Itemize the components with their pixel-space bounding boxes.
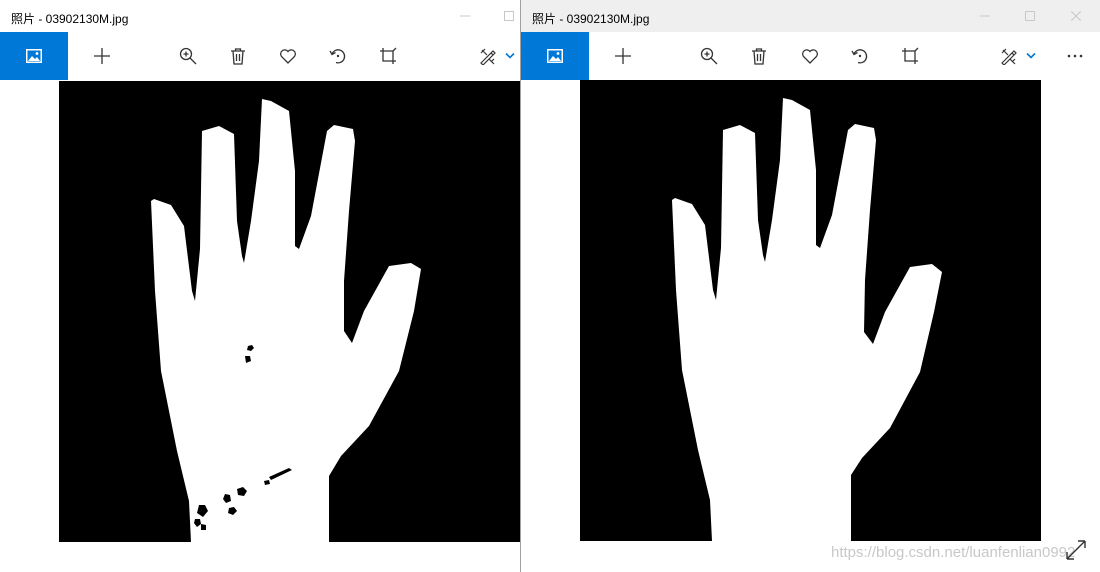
maximize-icon: [1025, 11, 1035, 21]
collection-button[interactable]: [521, 32, 589, 80]
add-icon: [94, 48, 110, 64]
favorite-icon: [280, 49, 296, 64]
photo-canvas[interactable]: [521, 80, 1100, 572]
delete-button[interactable]: [226, 44, 250, 68]
chevron-down-icon: [1026, 52, 1036, 59]
toolbar: [521, 32, 1100, 80]
crop-button[interactable]: [376, 44, 400, 68]
close-icon: [1071, 11, 1081, 21]
rotate-icon: [329, 49, 346, 64]
edit-icon: [480, 48, 496, 65]
hand-image: [580, 80, 1041, 541]
maximize-button[interactable]: [1018, 6, 1042, 26]
maximize-button[interactable]: [497, 6, 520, 26]
zoom-button[interactable]: [176, 44, 200, 68]
favorite-button[interactable]: [798, 44, 822, 68]
edit-dropdown[interactable]: [1021, 44, 1041, 68]
hand-mask: [59, 81, 520, 542]
title-bar[interactable]: 照片 - 03902130M.jpg: [0, 0, 520, 32]
hand-mask: [580, 80, 1041, 541]
edit-dropdown[interactable]: [500, 44, 520, 68]
add-button[interactable]: [90, 44, 114, 68]
favorite-icon: [802, 49, 818, 64]
zoom-button[interactable]: [697, 44, 721, 68]
minimize-button[interactable]: [453, 6, 477, 26]
rotate-button[interactable]: [326, 44, 350, 68]
close-button[interactable]: [1064, 6, 1088, 26]
add-icon: [615, 48, 631, 64]
crop-icon: [902, 47, 919, 64]
photos-window-right: 照片 - 03902130M.jpg: [521, 0, 1100, 572]
rotate-icon: [851, 49, 868, 64]
more-icon: [1067, 54, 1083, 58]
window-title: 照片 - 03902130M.jpg: [532, 12, 650, 26]
crop-icon: [380, 47, 397, 64]
hand-image: [59, 81, 520, 542]
delete-icon: [231, 48, 245, 65]
zoom-in-icon: [700, 47, 718, 65]
minimize-icon: [460, 15, 470, 17]
watermark-text: https://blog.csdn.net/luanfenlian0992: [831, 544, 1076, 561]
minimize-icon: [980, 15, 990, 17]
favorite-button[interactable]: [276, 44, 300, 68]
toolbar: [0, 32, 520, 80]
delete-button[interactable]: [747, 44, 771, 68]
window-title: 照片 - 03902130M.jpg: [11, 12, 129, 26]
maximize-icon: [504, 11, 514, 21]
photos-window-left: 照片 - 03902130M.jpg: [0, 0, 520, 572]
edit-button[interactable]: [476, 44, 500, 68]
delete-icon: [752, 48, 766, 65]
collection-icon: [547, 49, 563, 63]
minimize-button[interactable]: [973, 6, 997, 26]
add-button[interactable]: [611, 44, 635, 68]
photo-canvas[interactable]: [0, 80, 520, 572]
zoom-in-icon: [179, 47, 197, 65]
collection-button[interactable]: [0, 32, 68, 80]
rotate-button[interactable]: [848, 44, 872, 68]
chevron-down-icon: [505, 52, 515, 59]
edit-button[interactable]: [997, 44, 1021, 68]
more-button[interactable]: [1063, 44, 1087, 68]
expand-icon: [1066, 540, 1086, 560]
edit-icon: [1001, 48, 1017, 65]
collection-icon: [26, 49, 42, 63]
fullscreen-button[interactable]: [1064, 538, 1088, 562]
title-bar[interactable]: 照片 - 03902130M.jpg: [521, 0, 1100, 32]
crop-button[interactable]: [898, 44, 922, 68]
